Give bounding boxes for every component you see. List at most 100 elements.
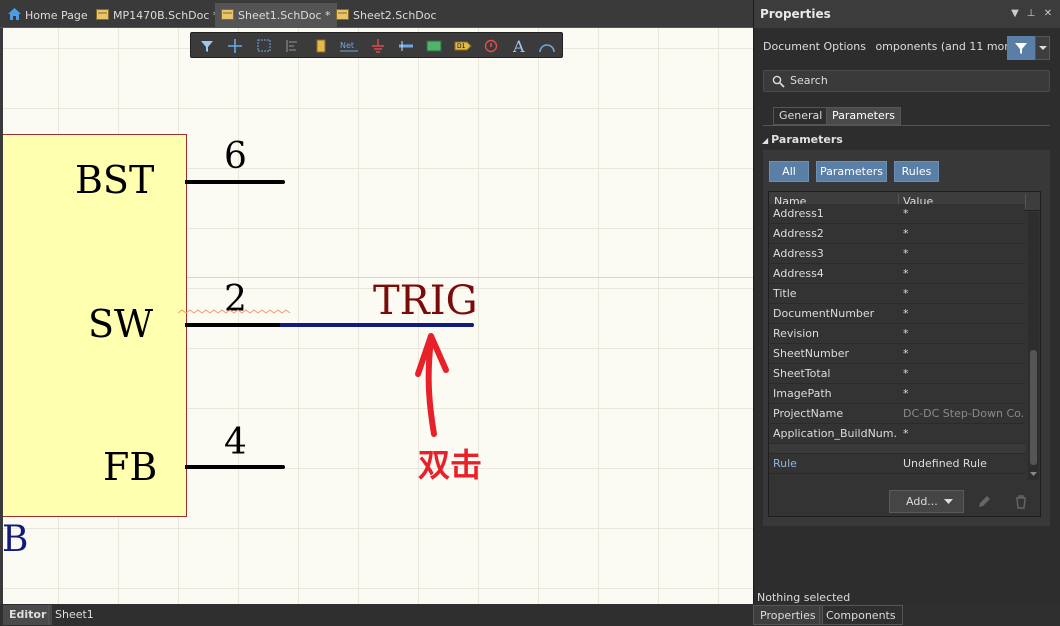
- rule-name: Rule: [773, 457, 797, 470]
- filter-dropdown[interactable]: [1035, 36, 1050, 60]
- param-value: *: [903, 427, 909, 440]
- add-button[interactable]: Add...: [889, 490, 964, 513]
- grid-scrollbar[interactable]: [1028, 212, 1039, 480]
- pin-name-sw: SW: [88, 302, 154, 346]
- table-row[interactable]: SheetTotal *: [769, 364, 1025, 384]
- tab-components-panel[interactable]: Components: [819, 605, 903, 625]
- param-value: *: [903, 227, 909, 240]
- document-options-label: Document Options omponents (and 11 more): [763, 40, 1020, 53]
- power-port-icon[interactable]: [367, 36, 389, 56]
- tab-home-page[interactable]: Home Page: [2, 3, 94, 28]
- port-icon[interactable]: D1: [452, 36, 474, 56]
- status-text: Nothing selected: [757, 591, 851, 604]
- sheet-symbol-icon[interactable]: [423, 36, 445, 56]
- pill-all[interactable]: All: [769, 161, 809, 182]
- tab-sheet2[interactable]: Sheet2.SchDoc: [330, 3, 443, 28]
- param-name: DocumentNumber: [773, 307, 875, 320]
- filter-icon[interactable]: [196, 36, 218, 56]
- param-name: SheetTotal: [773, 367, 831, 380]
- net-label-icon[interactable]: Net: [338, 36, 360, 56]
- param-value: *: [903, 247, 909, 260]
- pin-name-bst: BST: [75, 158, 155, 202]
- add-label: Add...: [906, 495, 938, 508]
- param-name: Application_BuildNum...: [773, 427, 897, 440]
- search-input[interactable]: Search: [763, 70, 1050, 92]
- table-row[interactable]: Title *: [769, 284, 1025, 304]
- svg-text:D1: D1: [457, 43, 466, 50]
- pin-fb[interactable]: [185, 465, 282, 469]
- align-icon[interactable]: [281, 36, 303, 56]
- schdoc-icon: [221, 4, 234, 20]
- tab-editor[interactable]: Editor: [3, 605, 53, 625]
- filter-button[interactable]: [1007, 36, 1035, 60]
- param-value: *: [903, 367, 909, 380]
- tab-sheet1[interactable]: Sheet1.SchDoc *: [215, 3, 337, 28]
- param-name: Address4: [773, 267, 824, 280]
- table-row[interactable]: DocumentNumber *: [769, 304, 1025, 324]
- edit-icon[interactable]: [972, 492, 996, 512]
- erc-warning-squiggle: [178, 309, 291, 314]
- tab-parameters[interactable]: Parameters: [826, 107, 901, 125]
- parameters-section-header[interactable]: ◢ Parameters: [762, 133, 843, 146]
- red-arrow-icon: [415, 333, 449, 437]
- table-row[interactable]: ProjectName DC-DC Step-Down Co...: [769, 404, 1025, 424]
- tab-label: MP1470B.SchDoc *: [113, 9, 219, 22]
- search-icon: [772, 75, 785, 88]
- table-row[interactable]: Address3 *: [769, 244, 1025, 264]
- filter-icon: [1015, 43, 1027, 54]
- rule-row[interactable]: Rule Undefined Rule: [769, 454, 1025, 474]
- pill-rules[interactable]: Rules: [894, 161, 939, 182]
- param-name: ImagePath: [773, 387, 832, 400]
- tab-general[interactable]: General: [773, 107, 829, 125]
- search-placeholder: Search: [790, 74, 828, 87]
- tab-properties-panel[interactable]: Properties: [753, 605, 823, 625]
- no-erc-icon[interactable]: [480, 36, 502, 56]
- tab-mp1470b[interactable]: MP1470B.SchDoc *: [90, 3, 224, 28]
- scrollbar-thumb[interactable]: [1030, 350, 1037, 465]
- active-bar-toolbar: Net D1 A: [190, 32, 563, 58]
- schdoc-icon: [336, 4, 349, 20]
- tab-sheet1-bottom[interactable]: Sheet1: [48, 605, 100, 625]
- part-icon[interactable]: [310, 36, 332, 56]
- param-name: Address3: [773, 247, 824, 260]
- pin-end-dot: [281, 465, 285, 469]
- param-value: *: [903, 267, 909, 280]
- net-label-trig[interactable]: TRIG: [373, 278, 478, 324]
- table-row[interactable]: Address2 *: [769, 224, 1025, 244]
- pin-end-dot: [281, 180, 285, 184]
- param-name: Revision: [773, 327, 819, 340]
- param-value: *: [903, 307, 909, 320]
- table-row[interactable]: SheetNumber *: [769, 344, 1025, 364]
- filter-summary: omponents (and 11 more): [875, 40, 1020, 53]
- pill-parameters[interactable]: Parameters: [816, 161, 887, 182]
- table-row[interactable]: ImagePath *: [769, 384, 1025, 404]
- select-rect-icon[interactable]: [253, 36, 275, 56]
- arc-icon[interactable]: [536, 36, 558, 56]
- delete-icon[interactable]: [1009, 492, 1033, 512]
- table-row[interactable]: Revision *: [769, 324, 1025, 344]
- close-icon[interactable]: ✕: [1042, 7, 1054, 21]
- document-tab-bar: Home Page MP1470B.SchDoc * Sheet1.SchDoc…: [0, 0, 753, 28]
- move-icon[interactable]: [224, 36, 246, 56]
- chevron-down-icon: [944, 499, 953, 504]
- svg-text:Net: Net: [340, 41, 354, 50]
- text-icon[interactable]: A: [508, 36, 530, 56]
- pin-panel-icon[interactable]: ⊥: [1025, 7, 1037, 21]
- panel-menu-icon[interactable]: ▼: [1009, 7, 1021, 21]
- table-row[interactable]: Address1 *: [769, 204, 1025, 224]
- bus-icon[interactable]: [395, 36, 417, 56]
- param-value: *: [903, 387, 909, 400]
- param-name: Title: [773, 287, 797, 300]
- panel-bottom-bar: Properties Components: [753, 604, 1060, 626]
- pin-bst[interactable]: [185, 180, 282, 184]
- table-row[interactable]: Address4 *: [769, 264, 1025, 284]
- pin-sw[interactable]: [185, 323, 280, 327]
- param-name: Address1: [773, 207, 824, 220]
- scroll-down-icon[interactable]: [1029, 470, 1038, 478]
- pin-number-6: 6: [224, 136, 247, 177]
- table-row[interactable]: Application_BuildNum... *: [769, 424, 1025, 444]
- home-icon: [8, 4, 21, 20]
- pin-name-fb: FB: [103, 445, 158, 489]
- parameters-grid: Name Value Address1 * Address2 * Address3 *…: [768, 191, 1041, 517]
- column-divider: [1025, 194, 1026, 209]
